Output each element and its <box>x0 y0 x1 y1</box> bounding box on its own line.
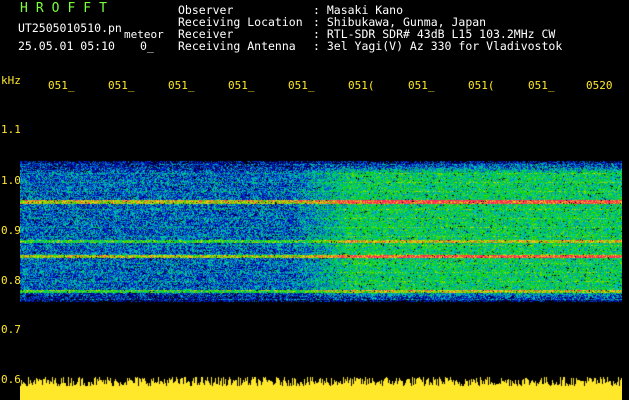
frequency-tick-label: 1.0 <box>1 174 21 187</box>
frequency-tick-label: 0.9 <box>1 224 21 237</box>
time-tick-label: 051_ <box>108 79 135 92</box>
spectrogram-canvas <box>20 92 622 400</box>
date-time: 25.05.01 05:10 <box>18 39 115 53</box>
spectrogram-screen: HROFFT UT2505010510.pn meteor 25.05.01 0… <box>0 0 629 400</box>
time-tick-label: 051( <box>468 79 495 92</box>
time-tick-label: 051_ <box>528 79 555 92</box>
y-axis-unit: kHz <box>1 74 21 87</box>
count-value: 0_ <box>140 39 154 53</box>
time-tick-label: 051_ <box>48 79 75 92</box>
antenna-value: : 3el Yagi(V) Az 330 for Vladivostok <box>313 39 563 53</box>
frequency-tick-label: 0.7 <box>1 323 21 336</box>
time-tick-label: 051_ <box>408 79 435 92</box>
frequency-tick-label: 1.1 <box>1 123 21 136</box>
time-tick-label: 051_ <box>288 79 315 92</box>
brand-title: HROFFT <box>20 1 115 16</box>
time-tick-label: 0520 <box>586 79 613 92</box>
time-tick-label: 051_ <box>228 79 255 92</box>
file-name: UT2505010510.pn <box>18 21 122 35</box>
time-tick-label: 051( <box>348 79 375 92</box>
time-tick-label: 051_ <box>168 79 195 92</box>
antenna-label: Receiving Antenna <box>178 39 296 53</box>
frequency-tick-label: 0.6 <box>1 373 21 386</box>
frequency-tick-label: 0.8 <box>1 274 21 287</box>
